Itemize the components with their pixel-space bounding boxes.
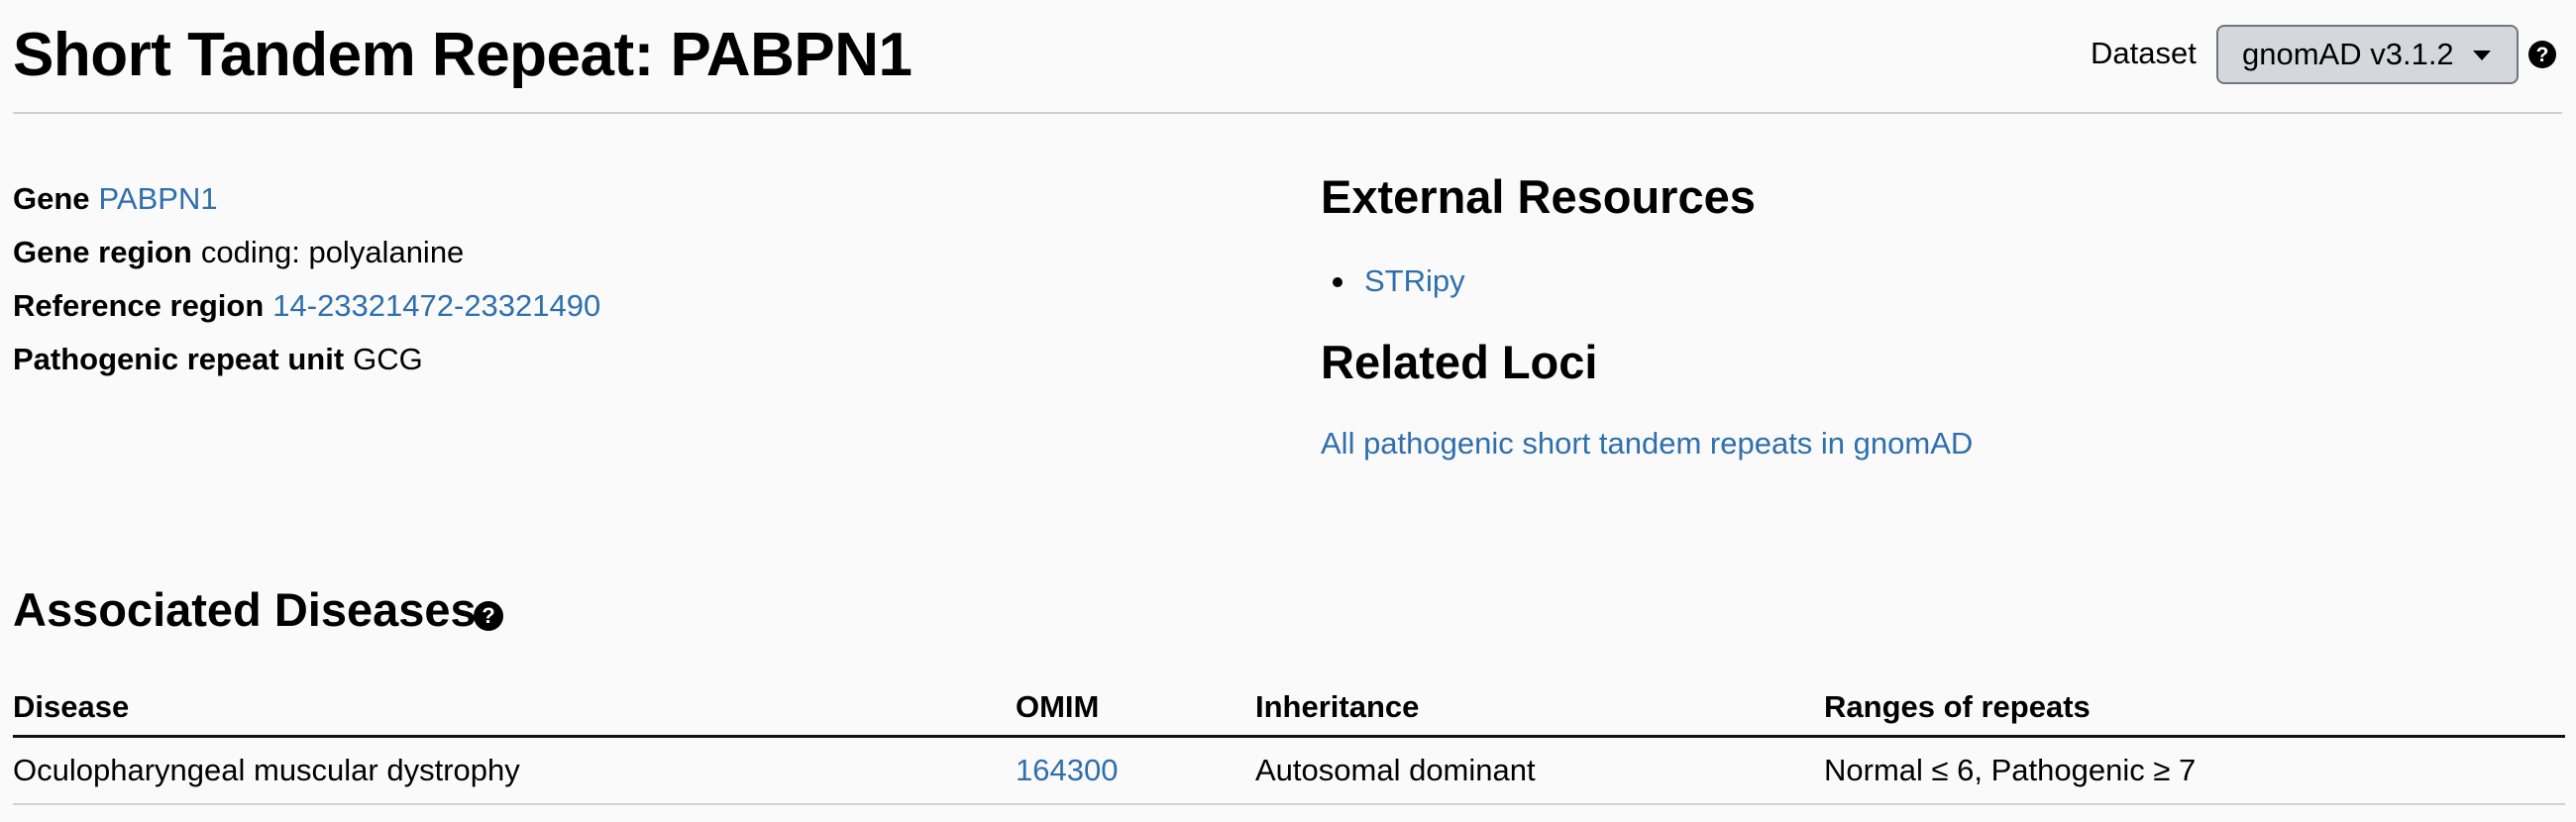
help-icon[interactable]: ? xyxy=(2528,41,2556,68)
external-resources-heading: External Resources xyxy=(1321,170,1756,223)
column-header-inheritance: Inheritance xyxy=(1255,678,1824,738)
reference-region-label: Reference region xyxy=(13,288,265,323)
gene-region-value: coding: polyalanine xyxy=(200,235,465,269)
diseases-table: Disease OMIM Inheritance Ranges of repea… xyxy=(13,678,2565,805)
column-header-disease: Disease xyxy=(13,678,1016,738)
table-row: Oculopharyngeal muscular dystrophy 16430… xyxy=(13,736,2565,805)
stripy-link[interactable]: STRipy xyxy=(1364,263,1465,298)
repeat-unit-label: Pathogenic repeat unit xyxy=(13,342,345,376)
repeat-unit-row: Pathogenic repeat unit GCG xyxy=(13,340,600,393)
disease-cell: Oculopharyngeal muscular dystrophy xyxy=(13,736,1016,805)
dataset-select-value: gnomAD v3.1.2 xyxy=(2242,37,2454,71)
external-resources-list: STRipy xyxy=(1321,260,1465,302)
associated-diseases-heading: Associated Diseases xyxy=(13,583,477,636)
chevron-down-icon xyxy=(2473,51,2491,60)
table-header-row: Disease OMIM Inheritance Ranges of repea… xyxy=(13,678,2565,738)
gene-region-label: Gene region xyxy=(13,235,192,269)
dataset-label: Dataset xyxy=(2091,36,2197,70)
header-divider xyxy=(13,112,2562,114)
omim-cell: 164300 xyxy=(1016,736,1255,805)
dataset-select[interactable]: gnomAD v3.1.2 xyxy=(2216,25,2519,84)
reference-region-row: Reference region 14-23321472-23321490 xyxy=(13,286,600,340)
gene-region-row: Gene region coding: polyalanine xyxy=(13,233,600,286)
column-header-ranges: Ranges of repeats xyxy=(1824,678,2565,738)
gene-row: Gene PABPN1 xyxy=(13,179,600,233)
help-icon[interactable]: ? xyxy=(474,601,503,631)
repeat-unit-value: GCG xyxy=(353,342,423,376)
reference-region-link[interactable]: 14-23321472-23321490 xyxy=(272,288,600,323)
omim-link[interactable]: 164300 xyxy=(1016,753,1118,787)
inheritance-cell: Autosomal dominant xyxy=(1255,736,1824,805)
gene-link[interactable]: PABPN1 xyxy=(99,181,218,216)
list-item: STRipy xyxy=(1321,260,1465,302)
column-header-omim: OMIM xyxy=(1016,678,1255,738)
related-loci-heading: Related Loci xyxy=(1321,336,1598,388)
gene-label: Gene xyxy=(13,181,90,216)
attribute-list: Gene PABPN1 Gene region coding: polyalanin… xyxy=(13,179,600,393)
related-loci-link[interactable]: All pathogenic short tandem repeats in g… xyxy=(1321,424,1973,463)
page-title: Short Tandem Repeat: PABPN1 xyxy=(13,21,912,89)
ranges-cell: Normal ≤ 6, Pathogenic ≥ 7 xyxy=(1824,736,2565,805)
